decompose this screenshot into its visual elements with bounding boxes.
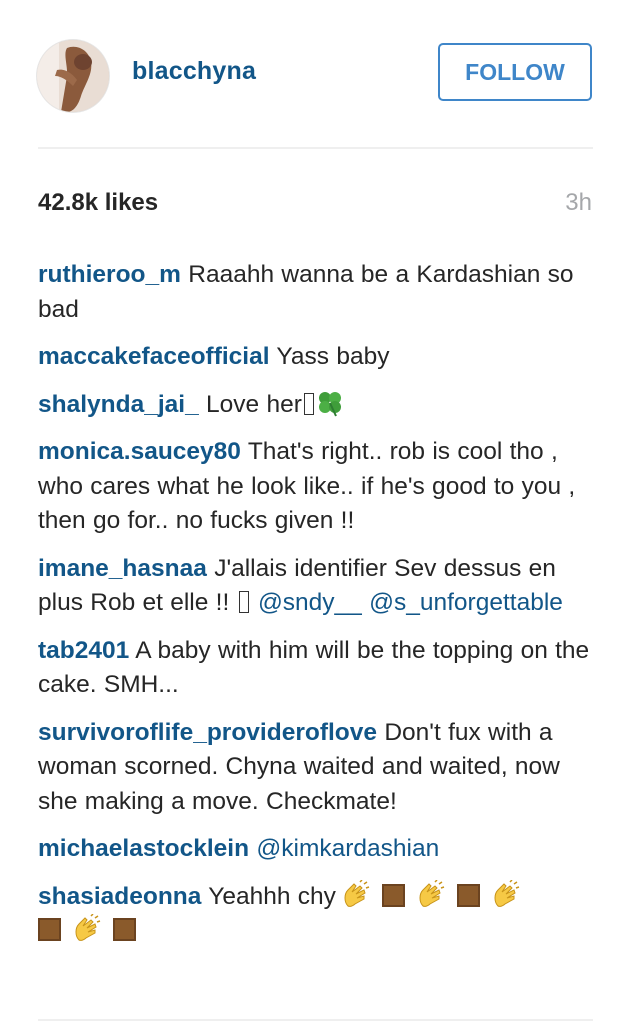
comment-text: Yeahhh chy bbox=[208, 882, 336, 910]
footer-divider bbox=[38, 1019, 593, 1021]
comment-author-link[interactable]: michaelastocklein bbox=[38, 835, 249, 862]
comment-item: imane_hasnaa J'allais identifier Sev des… bbox=[38, 552, 594, 621]
comment-author-link[interactable]: shalynda_jai_ bbox=[38, 391, 199, 418]
comment-item: maccakefaceofficial Yass baby bbox=[38, 340, 594, 375]
mention-link[interactable]: @kimkardashian bbox=[256, 835, 439, 862]
skin-tone-square-icon bbox=[113, 918, 136, 941]
comment-list: ruthieroo_m Raaahh wanna be a Kardashian… bbox=[38, 258, 594, 962]
missing-glyph-icon bbox=[303, 392, 314, 415]
comment-author-link[interactable]: ruthieroo_m bbox=[38, 261, 181, 288]
comment-author-link[interactable]: monica.saucey80 bbox=[38, 438, 241, 465]
comment-author-link[interactable]: shasiadeonna bbox=[38, 883, 201, 910]
skin-tone-square-icon bbox=[456, 883, 480, 907]
follow-button[interactable]: FOLLOW bbox=[438, 43, 592, 101]
comment-item: survivoroflife_provideroflove Don't fux … bbox=[38, 716, 594, 820]
skin-tone-square-icon bbox=[38, 918, 61, 941]
clapping-hands-icon bbox=[75, 914, 101, 941]
username-link[interactable]: blacchyna bbox=[132, 57, 256, 86]
avatar[interactable] bbox=[37, 40, 109, 112]
skin-tone-square-icon bbox=[381, 883, 405, 907]
comment-item: ruthieroo_m Raaahh wanna be a Kardashian… bbox=[38, 258, 594, 327]
mention-link[interactable]: @s_unforgettable bbox=[369, 589, 563, 616]
comment-item: shasiadeonna Yeahhh chy bbox=[38, 879, 594, 949]
comment-author-link[interactable]: maccakefaceofficial bbox=[38, 343, 270, 370]
four-leaf-clover-icon bbox=[318, 391, 341, 416]
missing-glyph-icon bbox=[238, 591, 249, 613]
clapping-hands-icon bbox=[419, 879, 445, 907]
comment-author-link[interactable]: imane_hasnaa bbox=[38, 555, 207, 582]
mention-link[interactable]: @sndy__ bbox=[258, 589, 362, 616]
comment-item: shalynda_jai_ Love her bbox=[38, 388, 594, 423]
comment-item: michaelastocklein @kimkardashian bbox=[38, 832, 594, 867]
comment-author-link[interactable]: survivoroflife_provideroflove bbox=[38, 719, 377, 746]
comment-item: tab2401 A baby with him will be the topp… bbox=[38, 634, 594, 703]
likes-count[interactable]: 42.8k likes bbox=[38, 189, 158, 217]
post-header: blacchyna FOLLOW bbox=[0, 0, 635, 148]
comment-author-link[interactable]: tab2401 bbox=[38, 637, 129, 664]
clapping-hands-icon bbox=[494, 879, 520, 907]
clapping-hands-icon bbox=[344, 879, 370, 907]
header-divider bbox=[38, 147, 593, 149]
comment-text: Love her bbox=[206, 390, 302, 418]
post-timestamp[interactable]: 3h bbox=[565, 189, 592, 217]
comment-item: monica.saucey80 That's right.. rob is co… bbox=[38, 435, 594, 539]
comment-text: Yass baby bbox=[276, 343, 390, 370]
